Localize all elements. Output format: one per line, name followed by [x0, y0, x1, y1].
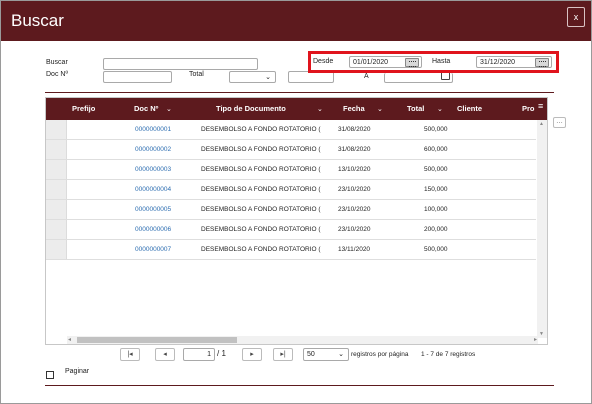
table-row[interactable]: 0000000003 DESEMBOLSO A FONDO ROTATORIO (…	[46, 160, 536, 180]
row-selector[interactable]	[46, 140, 67, 159]
cell-doc-number[interactable]: 0000000002	[135, 146, 205, 153]
paginar-checkbox[interactable]	[46, 371, 54, 379]
a-label: A	[364, 73, 369, 80]
table-row[interactable]: 0000000005 DESEMBOLSO A FONDO ROTATORIO (…	[46, 200, 536, 220]
cell-tipo-documento: DESEMBOLSO A FONDO ROTATORIO (	[201, 166, 321, 173]
horizontal-scrollbar[interactable]: ◂ ▸	[67, 336, 538, 344]
chevron-down-icon[interactable]: ⌄	[437, 105, 443, 113]
column-header-prefijo[interactable]: Prefijo	[72, 104, 95, 113]
table-row[interactable]: 0000000004 DESEMBOLSO A FONDO ROTATORIO (…	[46, 180, 536, 200]
column-header-tipo[interactable]: Tipo de Documento	[216, 104, 286, 113]
first-page-icon[interactable]: |◂	[120, 348, 140, 361]
pager: |◂ ◂ 1 / 1 ▸ ▸| 50 ⌄ registros por págin…	[45, 344, 548, 366]
cell-tipo-documento: DESEMBOLSO A FONDO ROTATORIO (	[201, 226, 321, 233]
column-header-pro[interactable]: Pro	[522, 104, 535, 113]
search-dialog: Buscar x Buscar Doc Nº Total ⌄ Desde 01/…	[0, 0, 592, 404]
total-operator-select[interactable]: ⌄	[229, 71, 276, 83]
cell-fecha: 31/08/2020	[338, 126, 371, 133]
doc-input[interactable]	[103, 71, 172, 83]
results-grid: Prefijo Doc Nº ⌄ Tipo de Documento ⌄ Fec…	[45, 97, 548, 345]
column-menu-icon[interactable]: ≡	[538, 102, 546, 112]
scroll-down-icon[interactable]: ▼	[539, 331, 544, 337]
total-label: Total	[189, 71, 204, 78]
chevron-down-icon[interactable]: ⌄	[377, 105, 383, 113]
cell-tipo-documento: DESEMBOLSO A FONDO ROTATORIO (	[201, 146, 321, 153]
cell-fecha: 23/10/2020	[338, 186, 371, 193]
vertical-scrollbar[interactable]: ▲ ▼	[537, 120, 547, 338]
row-selector[interactable]	[46, 120, 67, 139]
column-header-fecha[interactable]: Fecha	[343, 104, 365, 113]
dialog-title: Buscar	[11, 11, 64, 30]
close-button[interactable]: x	[567, 7, 585, 27]
buscar-label: Buscar	[46, 59, 68, 66]
last-page-icon[interactable]: ▸|	[273, 348, 293, 361]
date-range-highlight	[308, 51, 559, 73]
record-range-text: 1 - 7 de 7 registros	[421, 351, 476, 358]
per-page-label: registros por página	[351, 351, 409, 358]
row-selector[interactable]	[46, 220, 67, 239]
column-header-cliente[interactable]: Cliente	[457, 104, 482, 113]
cell-tipo-documento: DESEMBOLSO A FONDO ROTATORIO (	[201, 206, 321, 213]
table-row[interactable]: 0000000001 DESEMBOLSO A FONDO ROTATORIO (…	[46, 120, 536, 140]
cell-doc-number[interactable]: 0000000006	[135, 226, 205, 233]
cell-doc-number[interactable]: 0000000003	[135, 166, 205, 173]
previous-page-icon[interactable]: ◂	[155, 348, 175, 361]
page-total-text: / 1	[217, 349, 226, 358]
row-selector[interactable]	[46, 240, 67, 259]
cell-fecha: 13/10/2020	[338, 166, 371, 173]
chevron-down-icon[interactable]: ⌄	[317, 105, 323, 113]
cell-tipo-documento: DESEMBOLSO A FONDO ROTATORIO (	[201, 186, 321, 193]
row-selector[interactable]	[46, 160, 67, 179]
cell-total: 100,000	[424, 206, 448, 213]
cell-fecha: 13/11/2020	[338, 246, 371, 253]
cell-tipo-documento: DESEMBOLSO A FONDO ROTATORIO (	[201, 246, 321, 253]
buscar-input[interactable]	[103, 58, 258, 70]
row-selector[interactable]	[46, 200, 67, 219]
dialog-titlebar: Buscar x	[1, 1, 591, 41]
cell-doc-number[interactable]: 0000000005	[135, 206, 205, 213]
next-page-icon[interactable]: ▸	[242, 348, 262, 361]
cell-total: 150,000	[424, 186, 448, 193]
cell-fecha: 23/10/2020	[338, 206, 371, 213]
paginar-label: Paginar	[65, 368, 90, 375]
cell-doc-number[interactable]: 0000000001	[135, 126, 205, 133]
row-selector[interactable]	[46, 180, 67, 199]
cell-fecha: 23/10/2020	[338, 226, 371, 233]
column-header-total[interactable]: Total	[407, 104, 424, 113]
cell-doc-number[interactable]: 0000000004	[135, 186, 205, 193]
cell-total: 500,000	[424, 246, 448, 253]
divider-bottom	[45, 385, 554, 386]
cell-total: 500,000	[424, 166, 448, 173]
scroll-right-icon[interactable]: ▸	[534, 336, 537, 343]
table-row[interactable]: 0000000007 DESEMBOLSO A FONDO ROTATORIO (…	[46, 240, 536, 260]
cell-total: 600,000	[424, 146, 448, 153]
a-input[interactable]	[384, 71, 453, 83]
scroll-up-icon[interactable]: ▲	[539, 121, 544, 127]
cell-doc-number[interactable]: 0000000007	[135, 246, 205, 253]
cell-total: 200,000	[424, 226, 448, 233]
page-input[interactable]: 1	[183, 348, 215, 361]
table-row[interactable]: 0000000006 DESEMBOLSO A FONDO ROTATORIO (…	[46, 220, 536, 240]
page-size-select[interactable]: 50 ⌄	[303, 348, 349, 361]
table-row[interactable]: 0000000002 DESEMBOLSO A FONDO ROTATORIO (…	[46, 140, 536, 160]
divider-top	[45, 92, 554, 93]
chevron-down-icon: ⌄	[265, 74, 271, 81]
horizontal-scroll-thumb[interactable]	[77, 337, 237, 343]
cell-fecha: 31/08/2020	[338, 146, 371, 153]
grid-header: Prefijo Doc Nº ⌄ Tipo de Documento ⌄ Fec…	[46, 98, 547, 120]
column-header-doc[interactable]: Doc Nº	[134, 104, 158, 113]
chevron-down-icon[interactable]: ⌄	[166, 105, 172, 113]
doc-label: Doc Nº	[46, 71, 69, 78]
more-options-button[interactable]: …	[553, 117, 566, 128]
chevron-down-icon: ⌄	[338, 351, 344, 358]
cell-total: 500,000	[424, 126, 448, 133]
page-size-value: 50	[307, 351, 315, 358]
cell-tipo-documento: DESEMBOLSO A FONDO ROTATORIO (	[201, 126, 321, 133]
scroll-left-icon[interactable]: ◂	[68, 336, 71, 343]
